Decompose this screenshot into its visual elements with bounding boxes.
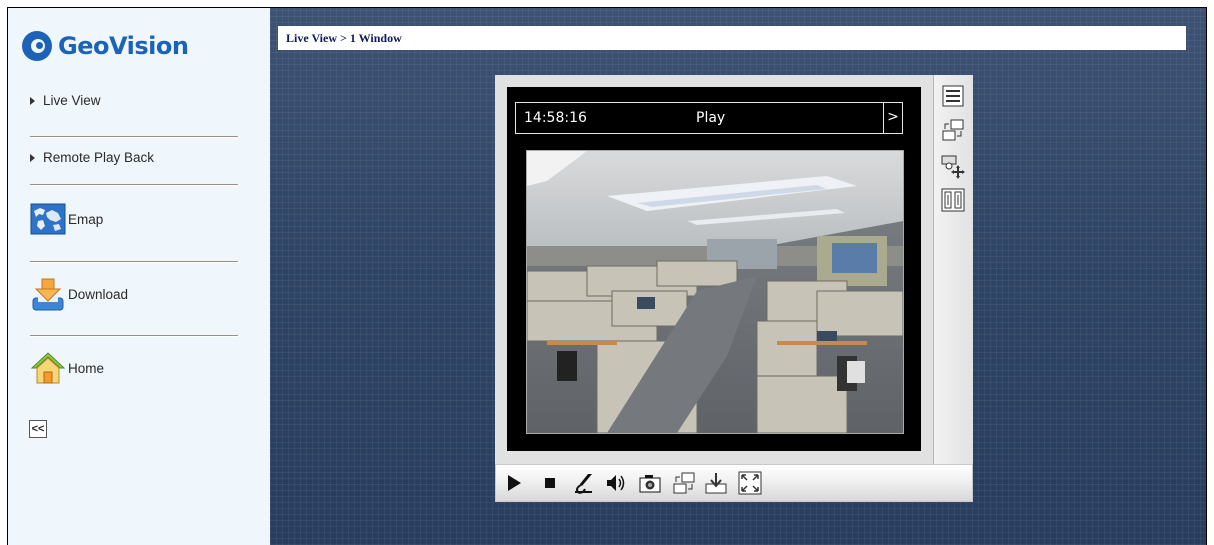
ptz-control-icon bbox=[941, 155, 965, 179]
sidebar-item-download[interactable]: Download bbox=[30, 276, 128, 312]
playback-status-bar: 14:58:16 Play > bbox=[515, 102, 903, 134]
microphone-icon bbox=[575, 474, 592, 494]
sidebar-item-label: Emap bbox=[68, 211, 104, 227]
video-timestamp: 14:58:16 bbox=[524, 110, 587, 126]
sidebar-item-home[interactable]: Home bbox=[30, 350, 104, 386]
stop-icon bbox=[545, 478, 555, 488]
sidebar-divider bbox=[30, 261, 238, 263]
io-control-button[interactable] bbox=[938, 185, 968, 215]
sidebar-item-label: Live View bbox=[43, 93, 101, 108]
list-menu-icon bbox=[942, 85, 964, 107]
sidebar-item-label: Download bbox=[68, 286, 129, 302]
speaker-button[interactable] bbox=[602, 469, 630, 497]
stop-button[interactable] bbox=[536, 469, 564, 497]
io-control-icon bbox=[941, 188, 965, 212]
switch-channel-button[interactable] bbox=[938, 115, 968, 145]
office-camera-image bbox=[527, 151, 903, 433]
sidebar-divider bbox=[30, 335, 238, 337]
next-button[interactable]: > bbox=[883, 103, 902, 133]
geovision-logo: GeoVision bbox=[22, 26, 189, 66]
snapshot-button[interactable] bbox=[636, 469, 664, 497]
microphone-button[interactable] bbox=[570, 469, 598, 497]
sidebar-divider bbox=[30, 184, 238, 186]
switch-channel-icon bbox=[942, 119, 964, 141]
snapshot-icon bbox=[639, 475, 661, 493]
list-menu-button[interactable] bbox=[938, 81, 968, 111]
brand-name: GeoVision bbox=[58, 32, 189, 60]
sidebar-item-label: Remote Play Back bbox=[43, 150, 155, 165]
playback-toolbar bbox=[495, 464, 973, 502]
camera-video-feed[interactable] bbox=[526, 150, 904, 434]
download-icon bbox=[32, 278, 64, 311]
save-button[interactable] bbox=[702, 469, 730, 497]
playback-mode: Play bbox=[696, 110, 726, 126]
switch-stream-icon bbox=[673, 472, 695, 494]
save-icon bbox=[705, 473, 727, 494]
switch-stream-button[interactable] bbox=[670, 469, 698, 497]
play-button[interactable] bbox=[500, 469, 528, 497]
breadcrumb: Live View > 1 Window bbox=[278, 26, 1186, 50]
ptz-control-button[interactable] bbox=[938, 151, 968, 181]
fullscreen-button[interactable] bbox=[736, 469, 764, 497]
speaker-icon bbox=[607, 475, 625, 491]
sidebar-divider bbox=[30, 136, 238, 138]
fullscreen-icon bbox=[738, 471, 762, 495]
triangle-bullet-icon bbox=[30, 153, 35, 162]
sidebar-item-label: Home bbox=[68, 360, 105, 376]
logo-mark-icon bbox=[22, 31, 52, 61]
world-map-icon bbox=[30, 203, 66, 235]
sidebar-item-live-view[interactable]: Live View bbox=[30, 93, 101, 108]
home-icon bbox=[30, 352, 66, 384]
play-icon bbox=[508, 475, 521, 491]
side-toolbar bbox=[933, 75, 973, 464]
collapse-sidebar-button[interactable]: << bbox=[29, 420, 47, 438]
sidebar-item-remote-play-back[interactable]: Remote Play Back bbox=[30, 150, 154, 165]
sidebar-item-emap[interactable]: Emap bbox=[30, 201, 103, 237]
triangle-bullet-icon bbox=[30, 96, 35, 105]
